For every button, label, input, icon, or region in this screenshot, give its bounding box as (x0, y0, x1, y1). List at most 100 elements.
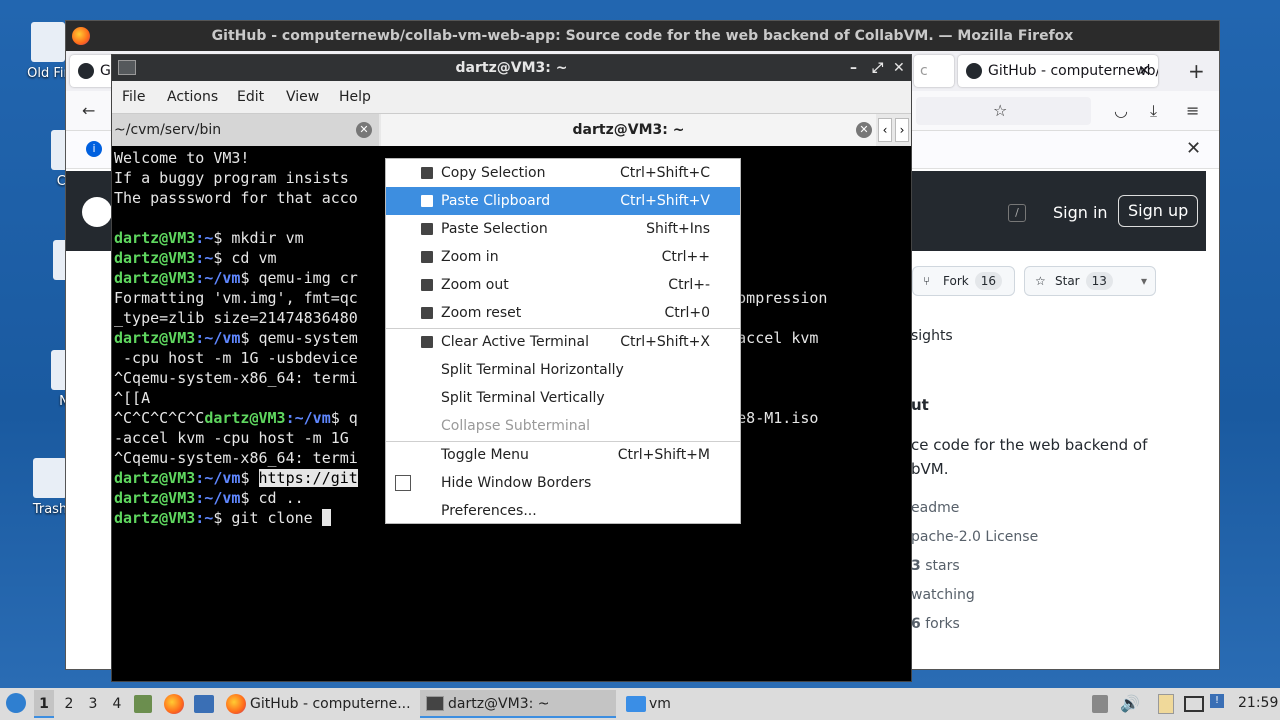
notification-icon[interactable]: ! (1210, 694, 1224, 708)
minimize-icon[interactable]: – (850, 55, 857, 81)
star-button[interactable]: ☆ Star 13 ▾ (1024, 266, 1156, 296)
terminal-context-menu: Copy Selection Ctrl+Shift+C Paste Clipbo… (385, 158, 741, 524)
download-icon[interactable]: ⤓ (1150, 101, 1157, 121)
workspace-1[interactable]: 1 (34, 690, 54, 718)
github-icon (966, 63, 982, 79)
workspace-3[interactable]: 3 (86, 690, 100, 718)
menu-item-split-vertical[interactable]: Split Terminal Vertically (386, 384, 740, 412)
menu-item-paste-clipboard[interactable]: Paste Clipboard Ctrl+Shift+V (386, 187, 740, 215)
chevron-down-icon[interactable]: ▾ (1141, 267, 1147, 295)
star-icon: ☆ (1035, 274, 1046, 288)
paste-icon (421, 195, 433, 207)
tray-removable-icon[interactable] (1092, 695, 1108, 713)
taskbar-app-firefox[interactable]: GitHub - computerne... (222, 690, 412, 718)
menu-item-copy-selection[interactable]: Copy Selection Ctrl+Shift+C (386, 159, 740, 187)
firefox-tab-middle[interactable]: c (914, 55, 954, 87)
license-link[interactable]: pache-2.0 License (911, 529, 1038, 545)
menu-item-zoom-reset[interactable]: Zoom reset Ctrl+0 (386, 299, 740, 327)
info-icon: i (86, 141, 102, 157)
close-notification-icon[interactable]: ✕ (1186, 138, 1201, 159)
terminal-titlebar[interactable]: dartz@VM3: ~ – ⤢ ✕ (112, 55, 911, 81)
clock[interactable]: 21:59 (1238, 695, 1278, 711)
selected-url-text[interactable]: https://git (258, 469, 358, 487)
menu-item-split-horizontal[interactable]: Split Terminal Horizontally (386, 356, 740, 384)
menu-edit[interactable]: Edit (237, 89, 264, 105)
stars-link[interactable]: 3 stars (911, 558, 960, 574)
display-icon[interactable] (1184, 696, 1204, 712)
zoom-reset-icon (421, 307, 433, 319)
menu-item-toggle-menu[interactable]: Toggle Menu Ctrl+Shift+M (386, 441, 740, 469)
menu-item-clear-terminal[interactable]: Clear Active Terminal Ctrl+Shift+X (386, 328, 740, 356)
search-shortcut-key: / (1008, 204, 1026, 222)
menu-item-paste-selection[interactable]: Paste Selection Shift+Ins (386, 215, 740, 243)
close-icon[interactable]: ✕ (893, 55, 905, 81)
firefox-icon (226, 694, 246, 714)
taskbar-app-terminal[interactable]: dartz@VM3: ~ (420, 690, 616, 718)
sign-in-link[interactable]: Sign in (1053, 203, 1108, 222)
menu-item-preferences[interactable]: Preferences... (386, 497, 740, 525)
firefox-window-title: GitHub - computernewb/collab-vm-web-app:… (211, 28, 1074, 44)
firefox-logo-icon (72, 27, 90, 45)
firefox-launcher-icon[interactable] (164, 694, 184, 714)
forks-link[interactable]: 6 forks (911, 616, 960, 632)
terminal-tab-strip: ~/cvm/serv/bin ✕ dartz@VM3: ~ ✕ ‹ › (112, 114, 911, 146)
hide-borders-checkbox[interactable] (395, 475, 411, 491)
menu-item-zoom-out[interactable]: Zoom out Ctrl+- (386, 271, 740, 299)
watching-link[interactable]: watching (911, 587, 975, 603)
file-icon (31, 22, 65, 62)
about-description: ce code for the web backend of (911, 436, 1148, 454)
copy-icon (421, 167, 433, 179)
taskbar-app-folder[interactable]: vm (622, 690, 742, 718)
github-icon (78, 63, 94, 79)
folder-icon (626, 696, 646, 712)
zoom-out-icon (421, 279, 433, 291)
menu-item-hide-borders[interactable]: Hide Window Borders (386, 469, 740, 497)
maximize-icon[interactable]: ⤢ (872, 55, 883, 81)
terminal-tab-cvm[interactable]: ~/cvm/serv/bin ✕ (112, 114, 379, 146)
terminal-window-title: dartz@VM3: ~ (455, 60, 568, 76)
terminal-menubar: File Actions Edit View Help (112, 81, 911, 114)
close-tab-icon[interactable]: ✕ (356, 122, 372, 138)
menu-actions[interactable]: Actions (167, 89, 218, 105)
firefox-titlebar: GitHub - computernewb/collab-vm-web-app:… (66, 21, 1219, 51)
insights-tab[interactable]: sights (911, 328, 953, 344)
sign-up-button[interactable]: Sign up (1118, 195, 1199, 227)
readme-link[interactable]: eadme (911, 500, 959, 516)
close-tab-icon[interactable]: ✕ (856, 122, 872, 138)
bookmark-star-icon[interactable]: ☆ (993, 101, 1007, 120)
about-heading: ut (911, 396, 929, 414)
clear-icon (421, 336, 433, 348)
about-description-2: bVM. (911, 460, 949, 478)
menu-file[interactable]: File (122, 89, 145, 105)
firefox-tab-left[interactable]: Gi (70, 55, 115, 87)
fork-button[interactable]: ⑂ Fork 16 (912, 266, 1015, 296)
close-tab-icon[interactable]: ✕ (1138, 55, 1150, 87)
fork-icon: ⑂ (923, 274, 931, 288)
firefox-tab-active[interactable]: GitHub - computernewb/ ✕ (958, 55, 1158, 87)
zoom-in-icon (421, 251, 433, 263)
terminal-tab-home[interactable]: dartz@VM3: ~ ✕ (381, 114, 876, 146)
github-logo-icon[interactable] (82, 197, 112, 227)
text-cursor (321, 509, 331, 526)
back-arrow-icon[interactable]: ← (82, 101, 95, 120)
volume-icon[interactable]: 🔊 (1120, 694, 1140, 713)
menu-hamburger-icon[interactable]: ≡ (1186, 101, 1199, 120)
terminal-icon (118, 60, 136, 75)
new-tab-button[interactable]: + (1188, 59, 1205, 83)
tab-scroll-right-icon[interactable]: › (895, 118, 909, 142)
workspace-4[interactable]: 4 (110, 690, 124, 718)
desktop-launcher-icon[interactable] (194, 695, 214, 713)
start-menu-icon[interactable] (6, 693, 26, 713)
taskbar: 1 2 3 4 GitHub - computerne... dartz@VM3… (0, 688, 1280, 720)
workspace-2[interactable]: 2 (62, 690, 76, 718)
terminal-icon (426, 696, 444, 711)
menu-help[interactable]: Help (339, 89, 371, 105)
pocket-icon[interactable]: ◡ (1114, 101, 1128, 120)
menu-view[interactable]: View (286, 89, 319, 105)
clipboard-icon[interactable] (1158, 694, 1174, 714)
menu-item-zoom-in[interactable]: Zoom in Ctrl++ (386, 243, 740, 271)
file-manager-launcher-icon[interactable] (134, 695, 152, 713)
paste-icon (421, 223, 433, 235)
tab-scroll-left-icon[interactable]: ‹ (878, 118, 892, 142)
trash-icon (33, 458, 67, 498)
